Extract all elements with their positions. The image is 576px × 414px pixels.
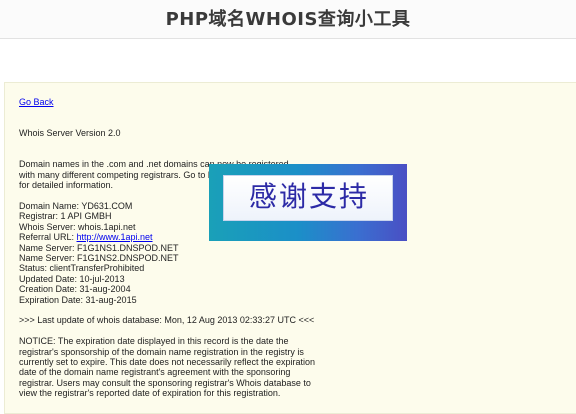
referral-url-link[interactable]: http://www.1api.net [77,232,153,242]
whois-result-panel: Go Back Whois Server Version 2.0 Domain … [4,82,576,414]
whois-version: Whois Server Version 2.0 [19,128,121,139]
thanks-banner-plate: 感谢支持 [223,175,393,221]
referral-url-label: Referral URL: [19,232,77,243]
last-update: >>> Last update of whois database: Mon, … [19,315,315,326]
notice-line-5: registrar. Users may consult the sponsor… [19,377,311,388]
notice-line-3: currently set to expire. This date does … [19,357,315,368]
whois-result-content: Go Back Whois Server Version 2.0 Domain … [19,97,559,399]
notice-line-6: view the registrar's reported date of ex… [19,388,281,399]
name-server-2: Name Server: F1G1NS2.DNSPOD.NET [19,253,179,264]
updated-date: Updated Date: 10-jul-2013 [19,273,125,284]
thanks-banner-text: 感谢支持 [248,180,369,213]
expiration-date: Expiration Date: 31-aug-2015 [19,294,137,305]
go-back-link[interactable]: Go Back [19,97,54,107]
notice-line-1: NOTICE: The expiration date displayed in… [19,336,289,347]
creation-date: Creation Date: 31-aug-2004 [19,284,131,295]
notice-line-4: date of the domain name registrant's agr… [19,367,291,378]
thanks-banner: 感谢支持 [209,164,407,241]
page-title: PHP域名WHOIS查询小工具 [165,9,411,30]
name-server-1: Name Server: F1G1NS1.DNSPOD.NET [19,242,179,253]
page-header: PHP域名WHOIS查询小工具 [0,0,576,39]
notice-line-2: registrar's sponsorship of the domain na… [19,346,304,357]
status: Status: clientTransferProhibited [19,263,145,274]
